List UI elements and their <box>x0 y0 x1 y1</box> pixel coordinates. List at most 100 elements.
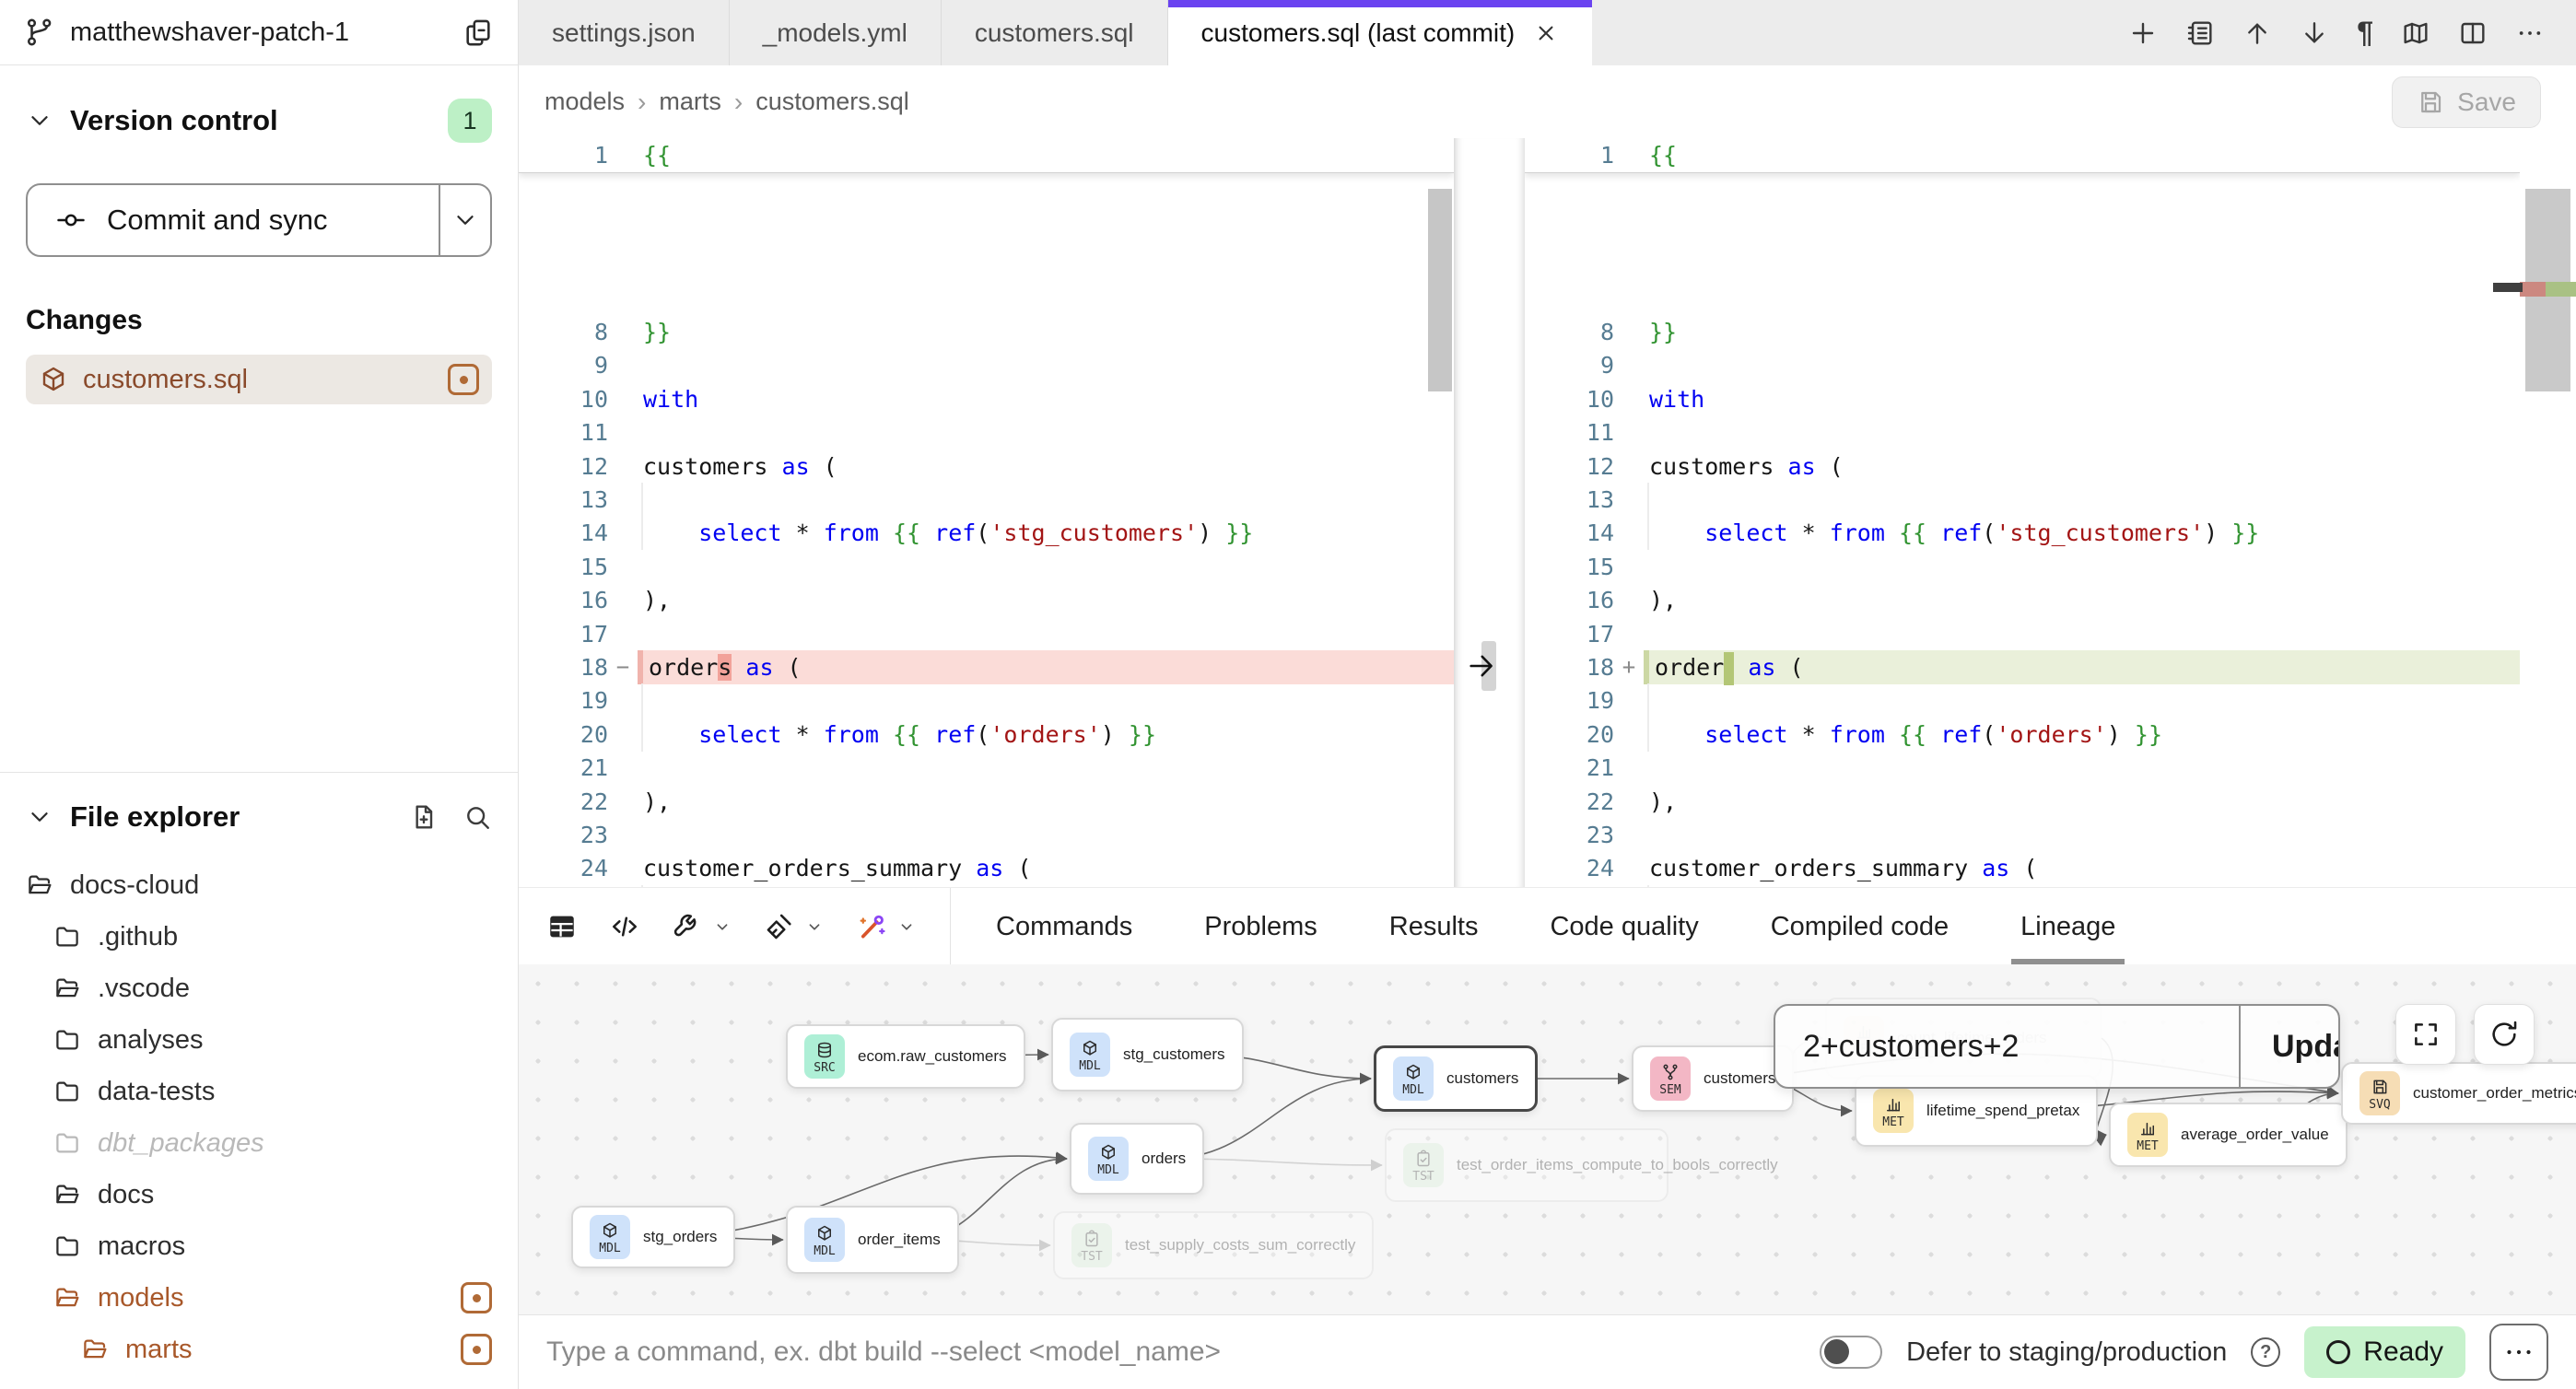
wrench-tool-button[interactable] <box>672 911 732 942</box>
code-line-19[interactable]: 19 <box>1525 683 2520 718</box>
code-line-20[interactable]: 20 select * from {{ ref('orders') }} <box>519 718 1454 752</box>
lineage-node-test-order-items-compute-to-bools-correctly[interactable]: TSTtest_order_items_compute_to_bools_cor… <box>1385 1128 1669 1202</box>
code-line-11[interactable]: 11 <box>519 415 1454 449</box>
file-tree-item-docs-cloud[interactable]: docs-cloud <box>26 859 492 911</box>
code-line-14[interactable]: 14 select * from {{ ref('stg_customers')… <box>1525 516 2520 550</box>
lineage-search-input[interactable] <box>1775 1006 2239 1087</box>
code-line-14[interactable]: 14 select * from {{ ref('stg_customers')… <box>519 516 1454 550</box>
code-tool-button[interactable] <box>609 911 640 942</box>
lineage-node-customers[interactable]: MDLcustomers <box>1374 1045 1538 1112</box>
save-button[interactable]: Save <box>2392 76 2541 128</box>
code-line-15[interactable]: 15 <box>1525 550 2520 584</box>
code-line-18[interactable]: 18+order as ( <box>1525 650 2520 684</box>
more-options-button[interactable] <box>2489 1324 2548 1381</box>
diff-pane-original[interactable]: 1{{8}}910with1112customers as (1314 sele… <box>519 138 1454 887</box>
code-line-23[interactable]: 23 <box>1525 818 2520 852</box>
copy-branch-icon[interactable] <box>463 17 494 48</box>
lineage-node-order-items[interactable]: MDLorder_items <box>786 1206 959 1274</box>
arrow-down-icon[interactable] <box>2300 18 2329 48</box>
code-line-21[interactable]: 21 <box>519 751 1454 785</box>
wand-tool-button[interactable] <box>856 911 917 942</box>
chevron-down-icon[interactable] <box>896 916 917 937</box>
refresh-graph-button[interactable] <box>2474 1004 2535 1065</box>
chevron-down-icon[interactable] <box>712 916 732 937</box>
code-line-13[interactable]: 13 <box>519 483 1454 517</box>
code-line-17[interactable]: 17 <box>1525 617 2520 651</box>
chevron-down-icon[interactable] <box>804 916 825 937</box>
help-icon[interactable]: ? <box>2251 1337 2280 1367</box>
pilcrow-icon[interactable]: ¶ <box>2357 16 2373 50</box>
code-line-15[interactable]: 15 <box>519 550 1454 584</box>
update-graph-button[interactable]: Update Graph <box>2239 1006 2340 1087</box>
table-tool-button[interactable] <box>546 911 578 942</box>
map-icon[interactable] <box>2401 18 2430 48</box>
chevron-down-icon[interactable] <box>26 107 53 134</box>
broom-tool-button[interactable] <box>764 911 825 942</box>
diff-overview-ruler[interactable] <box>2520 138 2576 887</box>
code-line-18[interactable]: 18−orders as ( <box>519 650 1454 684</box>
defer-toggle[interactable] <box>1820 1336 1882 1369</box>
lineage-node-ecom-raw-customers[interactable]: SRCecom.raw_customers <box>786 1024 1025 1089</box>
bottom-tab-commands[interactable]: Commands <box>996 888 1132 965</box>
plus-icon[interactable] <box>2128 18 2158 48</box>
fullscreen-button[interactable] <box>2395 1004 2456 1065</box>
file-tree-item--vscode[interactable]: .vscode <box>26 963 492 1014</box>
changed-file-row[interactable]: customers.sql <box>26 355 492 404</box>
tab-customers-sql[interactable]: customers.sql <box>942 0 1168 65</box>
code-line-11[interactable]: 11 <box>1525 415 2520 449</box>
lineage-node-orders[interactable]: MDLorders <box>1070 1123 1204 1195</box>
commit-options-caret[interactable] <box>439 185 490 255</box>
diff-pane-modified[interactable]: 1{{8}}910with1112customers as (1314 sele… <box>1525 138 2520 887</box>
code-line-22[interactable]: 22), <box>519 785 1454 819</box>
tab-customers-sql-last-commit-[interactable]: customers.sql (last commit) <box>1168 0 1593 65</box>
file-tree-item-macros[interactable]: macros <box>26 1220 492 1272</box>
file-tree-item--github[interactable]: .github <box>26 911 492 963</box>
code-line-9[interactable]: 9 <box>1525 348 2520 382</box>
commit-and-sync-button[interactable]: Commit and sync <box>26 183 492 257</box>
code-line-10[interactable]: 10with <box>1525 382 2520 416</box>
notebook-icon[interactable] <box>2185 18 2215 48</box>
code-line-8[interactable]: 8}} <box>1525 315 2520 349</box>
bottom-tab-lineage[interactable]: Lineage <box>2020 888 2115 965</box>
lineage-panel[interactable]: SRCecom.raw_customers MDLstg_customers MDL… <box>519 964 2576 1314</box>
code-line-22[interactable]: 22), <box>1525 785 2520 819</box>
breadcrumb-item[interactable]: marts <box>659 88 721 116</box>
new-file-icon[interactable] <box>409 802 439 832</box>
bottom-tab-results[interactable]: Results <box>1389 888 1479 965</box>
tab-settings-json[interactable]: settings.json <box>519 0 730 65</box>
code-line-21[interactable]: 21 <box>1525 751 2520 785</box>
ellipsis-icon[interactable] <box>2515 18 2545 48</box>
bottom-tab-problems[interactable]: Problems <box>1204 888 1317 965</box>
bottom-tab-code-quality[interactable]: Code quality <box>1550 888 1698 965</box>
file-tree-item-data-tests[interactable]: data-tests <box>26 1066 492 1117</box>
code-line-23[interactable]: 23 <box>519 818 1454 852</box>
chevron-down-icon[interactable] <box>26 803 53 831</box>
file-tree-item-docs[interactable]: docs <box>26 1169 492 1220</box>
diff-editor[interactable]: 1{{8}}910with1112customers as (1314 sele… <box>519 138 2576 887</box>
code-line-13[interactable]: 13 <box>1525 483 2520 517</box>
code-line-19[interactable]: 19 <box>519 683 1454 718</box>
bottom-tab-compiled-code[interactable]: Compiled code <box>1771 888 1949 965</box>
lineage-node-stg-orders[interactable]: MDLstg_orders <box>571 1206 735 1268</box>
code-line-16[interactable]: 16), <box>519 583 1454 617</box>
file-tree-item-analyses[interactable]: analyses <box>26 1014 492 1066</box>
tab--models-yml[interactable]: _models.yml <box>730 0 942 65</box>
lineage-node-average-order-value[interactable]: METaverage_order_value <box>2109 1103 2348 1167</box>
command-input[interactable]: Type a command, ex. dbt build --select <… <box>546 1336 1796 1368</box>
lineage-node-customers[interactable]: SEMcustomers <box>1632 1045 1794 1112</box>
code-line-12[interactable]: 12customers as ( <box>1525 449 2520 484</box>
breadcrumb-item[interactable]: models <box>544 88 625 116</box>
diff-apply-arrow-icon[interactable] <box>1466 650 1497 682</box>
code-line-10[interactable]: 10with <box>519 382 1454 416</box>
lineage-node-test-supply-costs-sum-correctly[interactable]: TSTtest_supply_costs_sum_correctly <box>1053 1211 1374 1279</box>
code-line-9[interactable]: 9 <box>519 348 1454 382</box>
close-icon[interactable] <box>1533 20 1559 46</box>
code-line-8[interactable]: 8}} <box>519 315 1454 349</box>
code-line-17[interactable]: 17 <box>519 617 1454 651</box>
code-line-24[interactable]: 24customer_orders_summary as ( <box>1525 851 2520 885</box>
lineage-node-customer-order-metrics[interactable]: SVQcustomer_order_metrics <box>2341 1062 2576 1125</box>
lineage-node-stg-customers[interactable]: MDLstg_customers <box>1051 1018 1244 1091</box>
file-tree-item-marts[interactable]: marts <box>26 1324 492 1375</box>
file-tree-item-models[interactable]: models <box>26 1272 492 1324</box>
code-line-24[interactable]: 24customer_orders_summary as ( <box>519 851 1454 885</box>
